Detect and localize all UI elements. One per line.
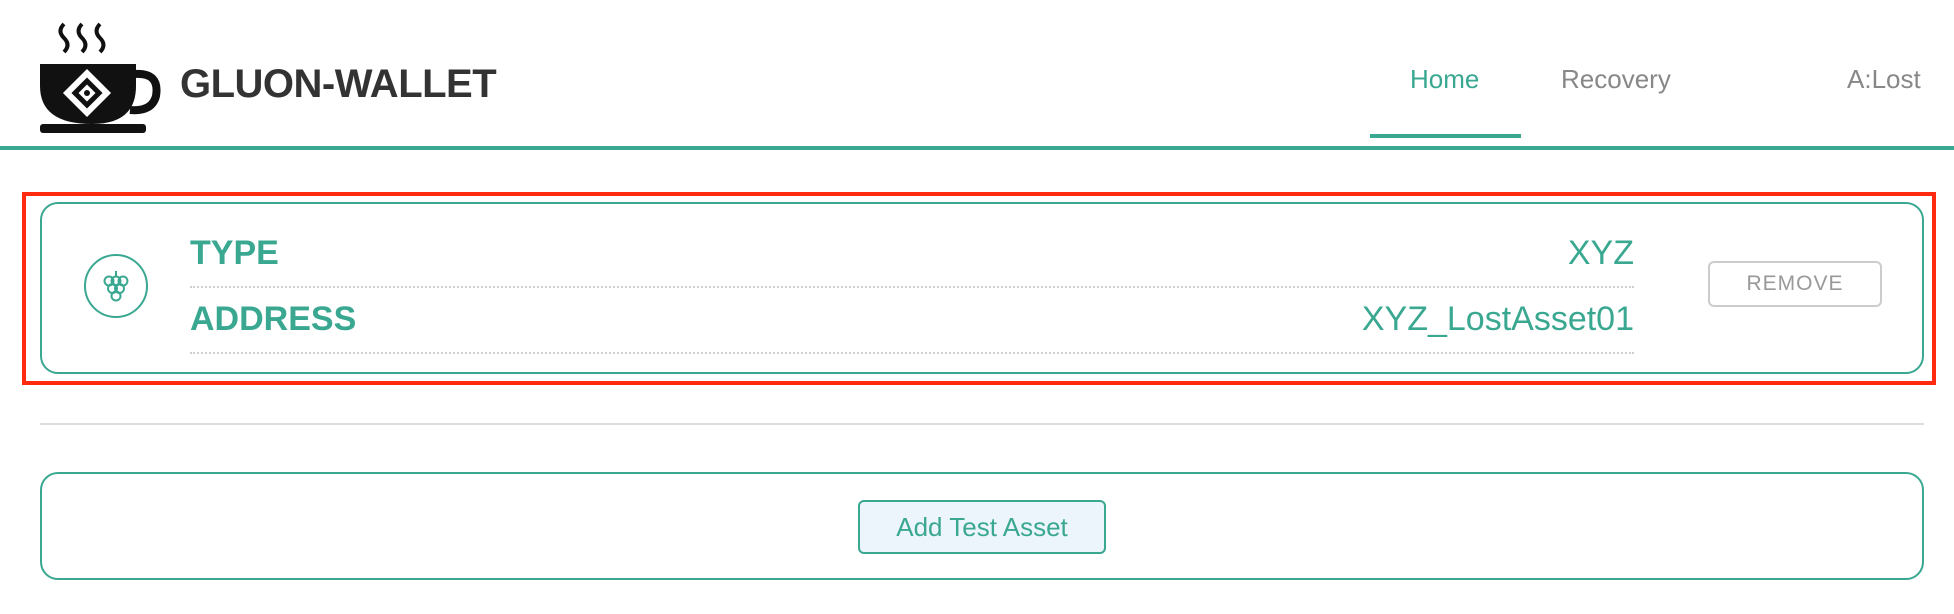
add-asset-card: Add Test Asset	[40, 472, 1924, 580]
asset-address-row: ADDRESS XYZ_LostAsset01	[190, 294, 1634, 354]
app-brand-title: GLUON-WALLET	[180, 62, 497, 106]
active-tab-indicator	[1370, 134, 1521, 138]
asset-address-label: ADDRESS	[190, 300, 357, 338]
top-navbar: GLUON-WALLET Home Recovery A:Lost	[0, 0, 1954, 150]
asset-type-value: XYZ	[1567, 234, 1634, 272]
asset-type-label: TYPE	[190, 234, 279, 272]
asset-type-row: TYPE XYZ	[190, 228, 1634, 288]
remove-asset-button[interactable]: REMOVE	[1708, 261, 1882, 307]
grapes-icon	[84, 254, 148, 318]
section-divider	[40, 423, 1924, 425]
asset-card: TYPE XYZ ADDRESS XYZ_LostAsset01 REMOVE	[40, 202, 1924, 374]
nav-tab-recovery[interactable]: Recovery	[1561, 64, 1671, 95]
coffee-cup-chip-logo-icon	[36, 20, 162, 138]
nav-account-label[interactable]: A:Lost	[1847, 64, 1921, 95]
asset-address-value: XYZ_LostAsset01	[1361, 300, 1634, 338]
nav-tab-home[interactable]: Home	[1410, 64, 1479, 95]
add-test-asset-button[interactable]: Add Test Asset	[858, 500, 1106, 554]
